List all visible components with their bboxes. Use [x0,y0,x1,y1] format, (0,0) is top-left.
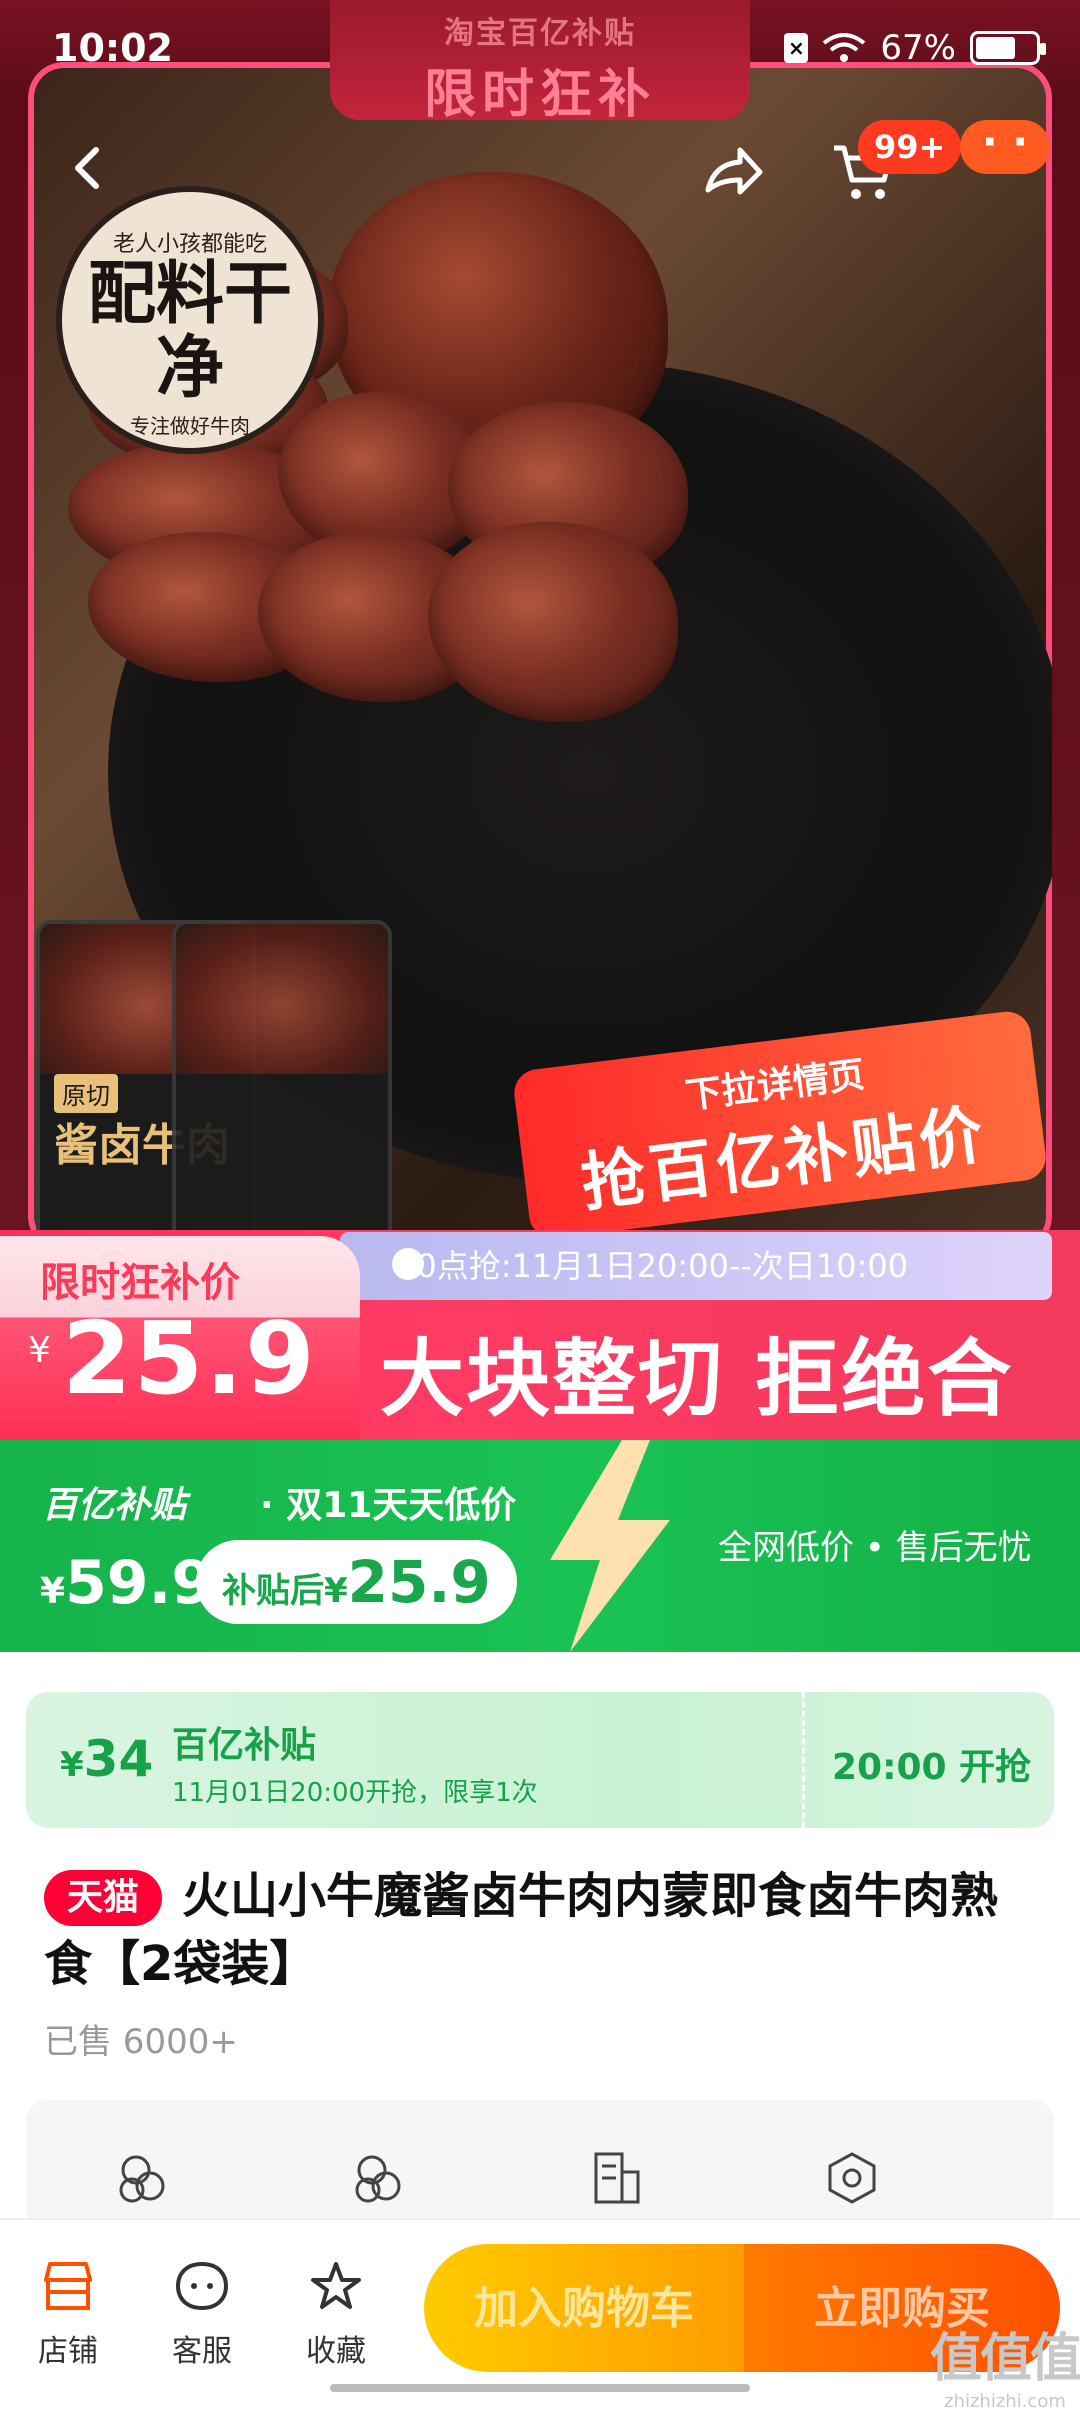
after-subsidy-label: 补贴后¥ [222,1571,348,1611]
tab-service[interactable]: 客服 [142,2260,262,2370]
package-origin: 原切 [54,1074,118,1113]
subsidy-brand: 百亿补贴 [42,1485,187,1526]
subsidy-price-value: 59.9 [65,1548,214,1618]
watermark-main: 值值值 [930,2329,1080,2389]
coupon-amount: ¥34 [60,1730,153,1788]
star-icon [311,2262,361,2309]
store-icon [44,2262,92,2310]
circles-icon [119,2155,165,2203]
coupon-subtitle: 11月01日20:00开抢，限享1次 [172,1778,538,1808]
status-time: 10:02 [52,26,173,70]
battery-percent: 67% [880,28,956,68]
flash-time-bar: 20点抢:11月1日20:00--次日10:00 [340,1232,1052,1300]
sim-icon: × [784,33,809,63]
coupon-divider [802,1692,805,1828]
battery-icon [970,31,1046,65]
service-icon [175,2261,229,2311]
coupon-amount-value: 34 [83,1730,154,1788]
coupon-cta[interactable]: 20:00 开抢 [832,1738,1031,1790]
ingredient-stamp: 老人小孩都能吃 配料干净 专注做好牛肉 [56,186,324,454]
package-image [172,920,392,1245]
product-hero: 原切 酱卤牛肉 老人小孩都能吃 配料干净 专注做好牛肉 下拉详情页 抢百亿补贴价… [0,0,1080,1245]
stamp-main-text: 配料干净 [87,255,292,408]
product-title: 火山小牛魔酱卤牛肉内蒙即食卤牛肉熟食【2袋装】 [44,1868,999,1992]
subsidy-currency: ¥ [40,1571,66,1612]
home-indicator[interactable] [330,2384,750,2392]
more-icon[interactable]: · · [960,120,1050,174]
share-icon[interactable] [700,140,764,204]
building-icon [594,2152,640,2204]
lightning-icon [550,1440,670,1652]
coupon-title: 百亿补贴 [172,1725,317,1766]
circles-icon [355,2155,401,2203]
subsidy-original-price: ¥59.9 [40,1548,213,1618]
subsidy-guarantee: 全网低价 • 售后无忧 [718,1528,1032,1568]
wifi-icon [823,33,866,62]
flash-currency: ¥ [28,1330,51,1371]
tab-service-label: 客服 [172,2334,232,2369]
cart-badge[interactable]: 99+ [858,120,962,174]
hexagon-icon [828,2152,876,2204]
tab-favorite-label: 收藏 [306,2334,366,2369]
tmall-badge: 天猫 [44,1870,162,1926]
after-subsidy-pill: 补贴后¥25.9 [196,1540,517,1624]
back-icon[interactable] [62,140,118,196]
feature-card[interactable] [26,2100,1054,2230]
watermark-sub: zhizhizhi.com [944,2391,1066,2412]
stamp-top-text: 老人小孩都能吃 [112,232,267,257]
sold-count: 已售 6000+ [44,2022,238,2062]
stamp-bottom-text: 专注做好牛肉 [130,414,250,438]
coupon-currency: ¥ [60,1745,84,1785]
after-subsidy-price: 25.9 [347,1548,491,1616]
tab-store-label: 店铺 [38,2334,98,2369]
site-watermark: 值值值 zhizhizhi.com [930,2316,1080,2412]
tab-store[interactable]: 店铺 [8,2260,128,2370]
status-bar: 10:02 × 67% [0,0,1080,100]
add-to-cart-button[interactable]: 加入购物车 [424,2244,744,2372]
tab-favorite[interactable]: 收藏 [276,2260,396,2370]
flash-price: 25.9 [62,1300,317,1417]
alarm-clock-icon [392,1248,424,1280]
flash-time-text: 20点抢:11月1日20:00--次日10:00 [396,1247,909,1285]
subsidy-tag: · 双11天天低价 [260,1485,517,1526]
